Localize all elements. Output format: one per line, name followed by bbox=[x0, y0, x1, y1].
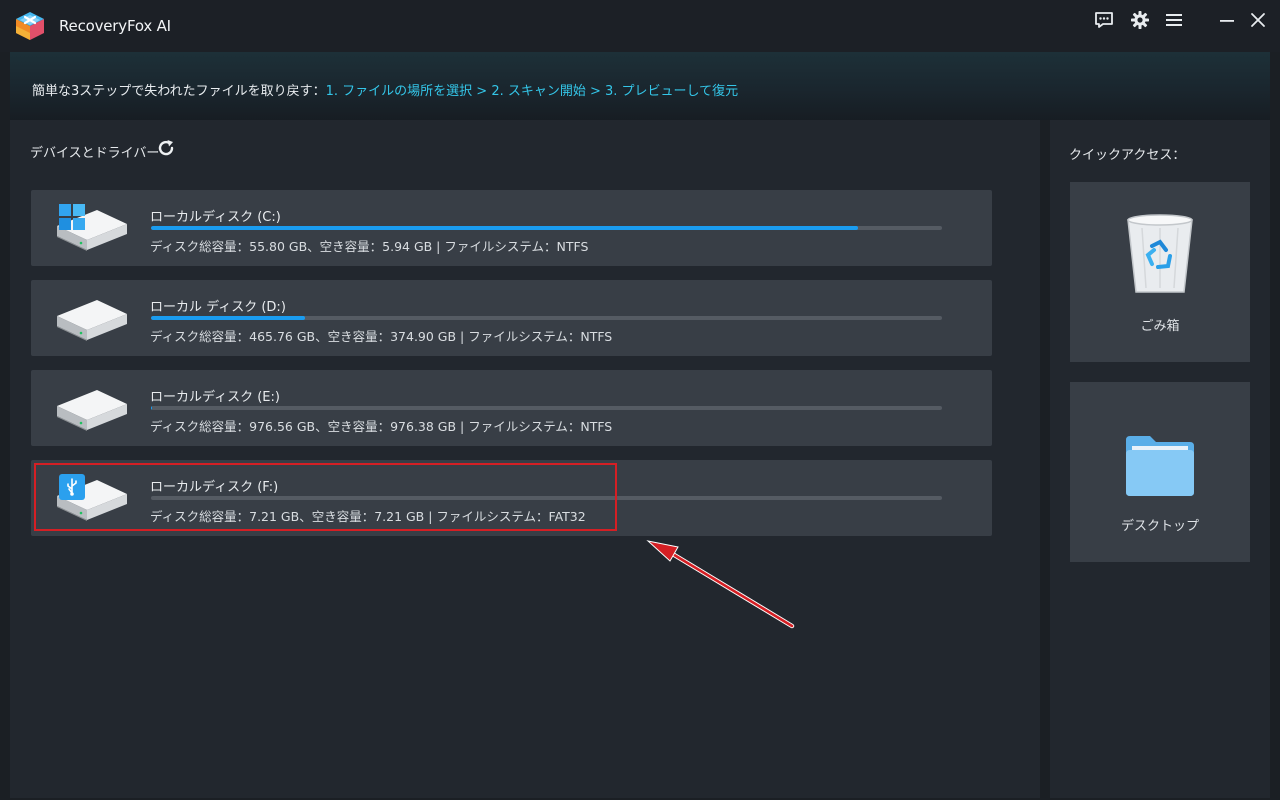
folder-icon bbox=[1126, 436, 1194, 496]
minimize-icon bbox=[1220, 20, 1234, 22]
drive-card-c[interactable]: ローカルディスク (C:) ディスク総容量：55.80 GB、空き容量：5.94… bbox=[31, 190, 992, 266]
recycle-bin-icon bbox=[1127, 214, 1193, 293]
title-bar: RecoveryFox AI bbox=[0, 0, 1280, 52]
minimize-button[interactable] bbox=[1214, 9, 1240, 31]
settings-button[interactable] bbox=[1127, 9, 1153, 31]
close-button[interactable] bbox=[1245, 9, 1271, 31]
drive-usage-bar bbox=[151, 406, 942, 410]
feedback-button[interactable] bbox=[1091, 9, 1117, 31]
drive-card-e[interactable]: ローカルディスク (E:) ディスク総容量：976.56 GB、空き容量：976… bbox=[31, 370, 992, 446]
menu-button[interactable] bbox=[1161, 9, 1187, 31]
usb-drive-icon bbox=[57, 474, 127, 521]
drive-usage-fill bbox=[151, 316, 306, 320]
hard-drive-icon bbox=[57, 390, 127, 431]
chat-icon bbox=[1095, 12, 1113, 28]
windows-drive-icon bbox=[57, 204, 127, 251]
refresh-icon[interactable] bbox=[156, 138, 176, 158]
drive-card-d[interactable]: ローカル ディスク (D:) ディスク総容量：465.76 GB、空き容量：37… bbox=[31, 280, 992, 356]
drive-info: ディスク総容量：7.21 GB、空き容量：7.21 GB | ファイルシステム：… bbox=[150, 509, 586, 524]
devices-panel: デバイスとドライバー ローカルディスク (C:) ディスク総容量：55.80 G… bbox=[10, 120, 1040, 798]
drive-usage-bar bbox=[151, 226, 942, 230]
app-logo-icon bbox=[16, 12, 44, 40]
drive-usage-fill bbox=[151, 226, 859, 230]
hamburger-menu-icon bbox=[1166, 14, 1182, 26]
steps-text: 簡単な3ステップで失われたファイルを取り戻す：1. ファイルの場所を選択 > 2… bbox=[32, 80, 738, 99]
steps-lead: 簡単な3ステップで失われたファイルを取り戻す： bbox=[32, 84, 326, 99]
quick-access-recycle-bin[interactable]: ごみ箱 bbox=[1070, 182, 1250, 362]
gear-icon bbox=[1131, 11, 1149, 29]
quick-access-panel: クイックアクセス： ごみ箱 デスクトップ bbox=[1050, 120, 1270, 798]
close-icon bbox=[1251, 13, 1265, 27]
quick-access-label: ごみ箱 bbox=[1140, 319, 1180, 334]
drive-name: ローカルディスク (F:) bbox=[150, 480, 279, 495]
steps-list: 1. ファイルの場所を選択 > 2. スキャン開始 > 3. プレビューして復元 bbox=[325, 84, 739, 99]
drive-name: ローカルディスク (C:) bbox=[150, 210, 281, 225]
drive-info: ディスク総容量：976.56 GB、空き容量：976.38 GB | ファイルシ… bbox=[150, 419, 613, 434]
quick-access-label: デスクトップ bbox=[1120, 519, 1199, 534]
app-title: RecoveryFox AI bbox=[59, 17, 171, 35]
drive-info: ディスク総容量：465.76 GB、空き容量：374.90 GB | ファイルシ… bbox=[150, 329, 613, 344]
drive-name: ローカル ディスク (D:) bbox=[150, 300, 286, 315]
quick-access-desktop[interactable]: デスクトップ bbox=[1070, 382, 1250, 562]
drive-name: ローカルディスク (E:) bbox=[150, 390, 280, 405]
drive-usage-bar bbox=[151, 496, 942, 500]
quick-access-title: クイックアクセス： bbox=[1069, 148, 1186, 163]
hard-drive-icon bbox=[57, 300, 127, 341]
steps-banner: 簡単な3ステップで失われたファイルを取り戻す：1. ファイルの場所を選択 > 2… bbox=[10, 52, 1270, 120]
devices-title: デバイスとドライバー bbox=[30, 146, 160, 161]
drive-usage-bar bbox=[151, 316, 942, 320]
drive-info: ディスク総容量：55.80 GB、空き容量：5.94 GB | ファイルシステム… bbox=[150, 239, 589, 254]
drive-card-f[interactable]: ローカルディスク (F:) ディスク総容量：7.21 GB、空き容量：7.21 … bbox=[31, 460, 992, 536]
